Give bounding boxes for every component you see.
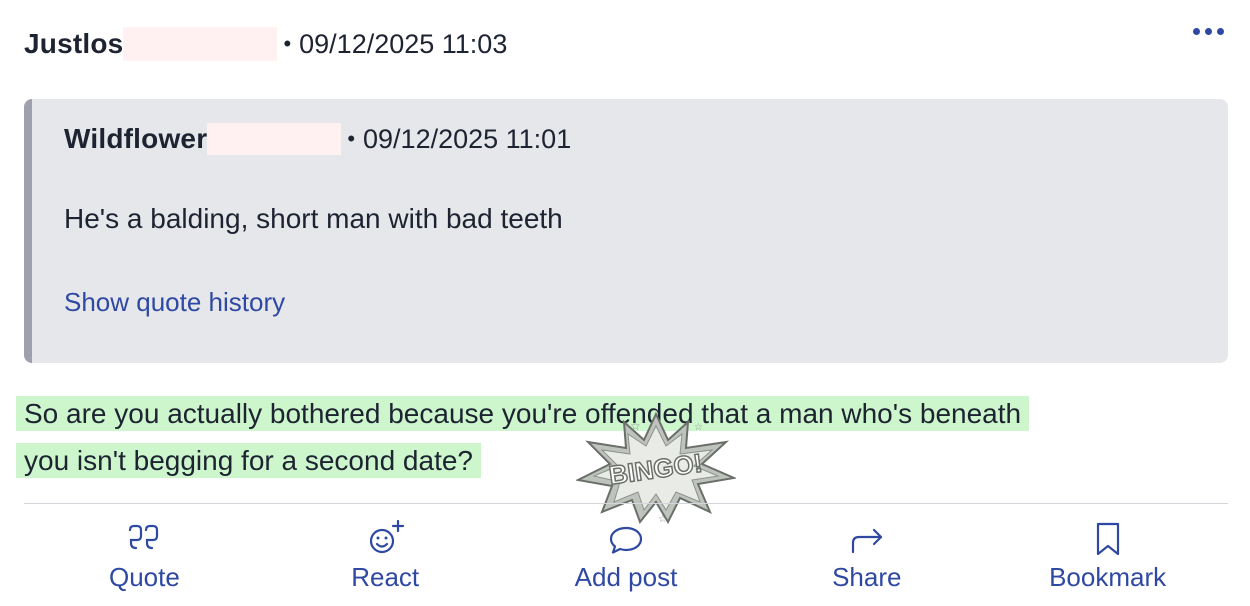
quote-label: Quote (108, 562, 180, 592)
add-post-label: Add post (574, 562, 678, 592)
post-body-line: So are you actually bothered because you… (16, 396, 1030, 431)
post-actions: Quote React Add post Share Bookmark (24, 518, 1228, 598)
quote-text: He's a balding, short man with bad teeth (64, 203, 563, 234)
quoted-post: Wildflower • 09/12/2025 11:01 He's a bal… (24, 99, 1228, 363)
comment-icon (609, 526, 643, 554)
add-post-button[interactable]: Add post (506, 518, 747, 598)
share-label: Share (832, 562, 902, 592)
ellipsis-icon (1193, 28, 1200, 35)
share-icon (851, 528, 882, 554)
show-quote-history-link[interactable]: Show quote history (64, 287, 285, 318)
quote-timestamp[interactable]: 09/12/2025 11:01 (363, 124, 571, 155)
redacted-name (123, 27, 278, 61)
quote-header: Wildflower • 09/12/2025 11:01 (64, 119, 571, 159)
post-header: Justlos • 09/12/2025 11:03 (24, 22, 507, 66)
bookmark-button[interactable]: Bookmark (987, 518, 1228, 598)
bookmark-icon (1096, 522, 1119, 556)
actions-divider (24, 503, 1228, 504)
post-body: So are you actually bothered because you… (16, 390, 1216, 484)
post-body-line: you isn't begging for a second date? (16, 443, 481, 478)
react-button[interactable]: React (265, 518, 506, 598)
separator-dot: • (347, 126, 356, 151)
post-timestamp[interactable]: 09/12/2025 11:03 (299, 29, 507, 60)
bookmark-label: Bookmark (1049, 562, 1167, 592)
share-button[interactable]: Share (746, 518, 987, 598)
separator-dot: • (283, 31, 292, 56)
forum-post: Justlos • 09/12/2025 11:03 Wildflower • … (0, 0, 1250, 606)
quote-button[interactable]: Quote (24, 518, 265, 598)
react-label: React (351, 562, 420, 592)
quote-icon (129, 524, 159, 550)
more-options-button[interactable] (1193, 28, 1224, 35)
post-author[interactable]: Justlos (24, 28, 123, 60)
redacted-name (207, 123, 342, 155)
quote-author[interactable]: Wildflower (64, 123, 207, 155)
react-icon (370, 519, 405, 554)
